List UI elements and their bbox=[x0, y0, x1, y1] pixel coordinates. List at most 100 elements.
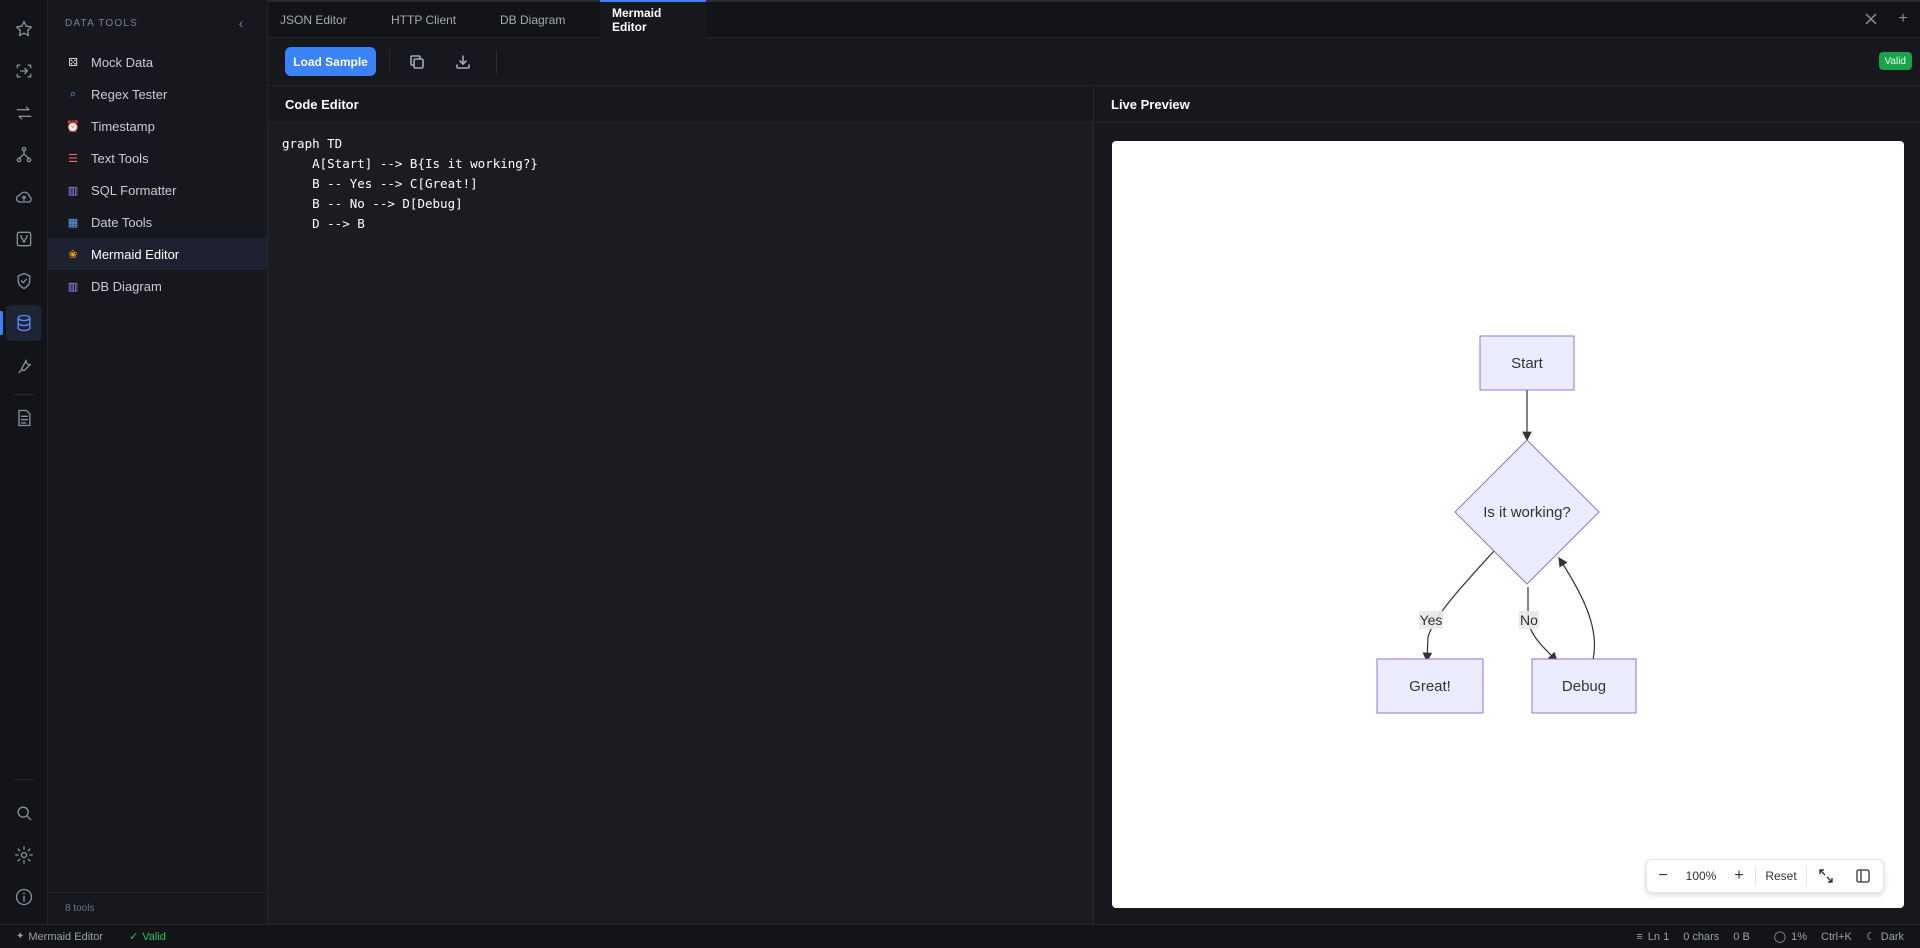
sidebar-item-mermaid-editor[interactable]: ❀ Mermaid Editor bbox=[48, 238, 267, 270]
tab-mermaid-editor[interactable]: Mermaid Editor bbox=[600, 0, 706, 38]
tab-db-diagram[interactable]: DB Diagram bbox=[488, 2, 577, 38]
sidebar-item-date-tools[interactable]: ▦ Date Tools bbox=[48, 206, 267, 238]
zoom-level: 100% bbox=[1685, 869, 1717, 883]
zoom-in-button[interactable]: + bbox=[1723, 859, 1755, 893]
status-line[interactable]: ≡ Ln 1 bbox=[1636, 925, 1669, 948]
db-diagram-icon: ▥ bbox=[67, 280, 79, 293]
converter-arrows-icon[interactable] bbox=[0, 93, 48, 133]
wrench-icon: ✦ bbox=[16, 931, 25, 942]
tab-json-editor[interactable]: JSON Editor bbox=[268, 2, 359, 38]
cloud-upload-icon[interactable] bbox=[0, 177, 48, 217]
download-icon[interactable] bbox=[451, 50, 475, 74]
favorites-star-icon[interactable] bbox=[0, 9, 48, 49]
sidebar-header: DATA TOOLS ‹ bbox=[48, 0, 267, 46]
status-chars: 0 chars bbox=[1683, 930, 1720, 943]
sidebar-item-text-tools[interactable]: ☰ Text Tools bbox=[48, 142, 267, 174]
activity-bar bbox=[0, 0, 48, 924]
sidebar-item-label: Timestamp bbox=[91, 118, 155, 134]
sidebar-item-mock-data[interactable]: ⚄ Mock Data bbox=[48, 46, 267, 78]
fullscreen-icon[interactable] bbox=[1807, 859, 1845, 893]
sidebar-item-timestamp[interactable]: ⏰ Timestamp bbox=[48, 110, 267, 142]
new-tab-plus-icon[interactable]: + bbox=[1894, 8, 1912, 30]
app-window: DATA TOOLS ‹ ⚄ Mock Data ⌕ Regex Tester ⏰ Tim… bbox=[0, 0, 1920, 948]
search-icon[interactable] bbox=[0, 793, 48, 833]
activity-divider bbox=[14, 779, 34, 780]
live-preview-panel: Start Is it working? Great! Debug Yes No bbox=[1095, 123, 1920, 924]
collapse-chevron-icon[interactable]: ‹ bbox=[233, 15, 249, 31]
zoom-out-button[interactable]: − bbox=[1647, 859, 1679, 893]
code-line[interactable]: graph TD bbox=[282, 134, 1079, 154]
node-debug-label: Debug bbox=[1562, 678, 1606, 695]
sidebar-item-label: DB Diagram bbox=[91, 278, 162, 294]
tab-http-client[interactable]: HTTP Client bbox=[379, 2, 468, 38]
database-icon: ▥ bbox=[67, 184, 79, 197]
wrench-icon[interactable] bbox=[0, 345, 48, 385]
sidebar-item-label: Mermaid Editor bbox=[91, 246, 180, 262]
live-preview-title: Live Preview bbox=[1111, 97, 1190, 112]
sidebar-item-label: Regex Tester bbox=[91, 86, 168, 102]
code-line[interactable]: B -- Yes --> C[Great!] bbox=[282, 174, 1079, 194]
sidebar-item-label: Mock Data bbox=[91, 54, 154, 70]
edge-label-yes: Yes bbox=[1420, 612, 1443, 628]
reset-zoom-button[interactable]: Reset bbox=[1756, 859, 1806, 893]
sidebar-item-regex-tester[interactable]: ⌕ Regex Tester bbox=[48, 78, 267, 110]
edge-debug-decision bbox=[1558, 556, 1596, 661]
magnifier-icon: ⌕ bbox=[69, 87, 77, 100]
status-bytes: 0 B bbox=[1733, 930, 1750, 943]
sidebar-item-label: SQL Formatter bbox=[91, 182, 177, 198]
close-icon[interactable] bbox=[1862, 10, 1880, 28]
sidebar-title: DATA TOOLS bbox=[65, 17, 138, 29]
info-icon[interactable] bbox=[0, 877, 48, 917]
calendar-icon: ▦ bbox=[67, 216, 79, 229]
code-line[interactable]: B -- No --> D[Debug] bbox=[282, 194, 1079, 214]
sidebar: DATA TOOLS ‹ ⚄ Mock Data ⌕ Regex Tester ⏰ Tim… bbox=[48, 0, 268, 924]
shield-check-icon[interactable] bbox=[0, 261, 48, 301]
alarm-clock-icon: ⏰ bbox=[66, 120, 80, 133]
document-icon[interactable] bbox=[0, 398, 48, 438]
code-editor-header: Code Editor bbox=[268, 87, 1094, 123]
template-icon[interactable] bbox=[0, 219, 48, 259]
zoom-controls: − 100% + Reset bbox=[1646, 859, 1884, 893]
status-valid-label: Valid bbox=[142, 930, 166, 943]
node-decision-label: Is it working? bbox=[1483, 504, 1571, 521]
code-editor-title: Code Editor bbox=[285, 97, 359, 112]
status-tool[interactable]: ✦ Mermaid Editor bbox=[16, 925, 103, 948]
moon-icon: ☾ bbox=[1865, 931, 1876, 943]
git-branch-icon[interactable] bbox=[0, 135, 48, 175]
gear-icon[interactable] bbox=[0, 835, 48, 875]
status-percent-label: 1% bbox=[1791, 930, 1808, 943]
sidebar-item-sql-formatter[interactable]: ▥ SQL Formatter bbox=[48, 174, 267, 206]
code-line[interactable]: A[Start] --> B{Is it working?} bbox=[282, 154, 1079, 174]
status-line-label: Ln 1 bbox=[1647, 930, 1670, 943]
node-start-label: Start bbox=[1511, 355, 1544, 372]
status-bar: ✦ Mermaid Editor ✓ Valid ≡ Ln 1 0 chars … bbox=[0, 924, 1920, 948]
mermaid-diagram: Start Is it working? Great! Debug Yes No bbox=[1376, 335, 1637, 714]
dice-icon: ⚄ bbox=[68, 56, 78, 69]
database-icon[interactable] bbox=[0, 303, 48, 343]
copy-icon[interactable] bbox=[405, 50, 429, 74]
theme-label: Dark bbox=[1880, 930, 1904, 943]
live-preview-header: Live Preview bbox=[1095, 87, 1920, 123]
edge-yes bbox=[1422, 550, 1495, 663]
toolbar-divider bbox=[389, 50, 390, 74]
sidebar-footer: 8 tools bbox=[48, 892, 268, 924]
transform-icon[interactable] bbox=[0, 51, 48, 91]
status-valid: ✓ Valid bbox=[129, 925, 166, 948]
list-icon: ≡ bbox=[1636, 930, 1643, 943]
valid-badge: Valid bbox=[1878, 52, 1912, 70]
sidebar-list: ⚄ Mock Data ⌕ Regex Tester ⏰ Timestamp ☰ Text T… bbox=[48, 46, 267, 302]
node-great-label: Great! bbox=[1409, 678, 1451, 695]
theme-toggle[interactable]: ☾ Dark bbox=[1866, 925, 1904, 948]
sidebar-item-db-diagram[interactable]: ▥ DB Diagram bbox=[48, 270, 267, 302]
status-tool-label: Mermaid Editor bbox=[28, 930, 103, 943]
status-percent: ◯ 1% bbox=[1774, 925, 1807, 948]
edge-label-no: No bbox=[1520, 612, 1538, 628]
diagram-canvas[interactable]: Start Is it working? Great! Debug Yes No bbox=[1112, 141, 1904, 908]
code-editor[interactable]: graph TD A[Start] --> B{Is it working?} … bbox=[268, 123, 1094, 924]
load-sample-button[interactable]: Load Sample bbox=[285, 47, 376, 76]
sidebar-item-label: Text Tools bbox=[91, 150, 149, 166]
code-line[interactable]: D --> B bbox=[282, 214, 1079, 234]
split-view-icon[interactable] bbox=[1845, 859, 1881, 893]
activity-divider bbox=[14, 394, 34, 395]
sidebar-item-label: Date Tools bbox=[91, 214, 153, 230]
